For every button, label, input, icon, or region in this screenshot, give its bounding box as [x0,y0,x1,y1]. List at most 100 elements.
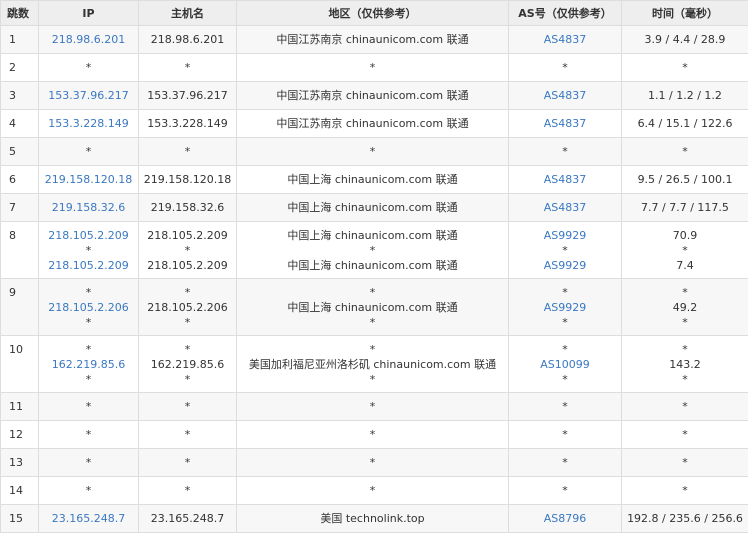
as-link[interactable]: AS4837 [509,172,621,187]
region-cell: * [236,448,509,477]
ip-value: * [85,315,92,329]
time-value: * [682,484,688,497]
as-cell: * [508,448,622,477]
as-value: * [562,484,568,497]
ip-link[interactable]: 23.165.248.7 [39,511,138,526]
ip-value: * [85,61,92,74]
ip-link[interactable]: 162.219.85.6 [39,357,138,372]
ip-link[interactable]: 218.105.2.206 [39,300,138,315]
time-cell: * 49.2 * [621,278,748,336]
as-value: * [562,61,568,74]
table-row: 9 * 218.105.2.206 * * 218.105.2.206 * * 中国上海 chi… [0,278,748,336]
region-cell: 中国上海 chinaunicom.com 联通 * 中国上海 chinaunicom… [236,221,509,279]
ip-link[interactable]: 153.37.96.217 [39,88,138,103]
hop-number: 5 [0,137,39,166]
region-value: 中国上海 chinaunicom.com 联通 [287,173,458,186]
host-value: * [184,400,191,413]
ip-link[interactable]: 219.158.32.6 [39,200,138,215]
as-link[interactable]: AS10099 [509,357,621,372]
hostname-cell: 218.105.2.209 * 218.105.2.209 [138,221,237,279]
host-value: 218.105.2.209 [147,228,228,242]
hop-number: 10 [0,335,39,393]
as-link[interactable]: AS4837 [509,200,621,215]
as-value: * [562,456,568,469]
ip-cell: * [38,53,139,82]
table-row: 6 219.158.120.18 219.158.120.18 中国上海 chinau… [0,165,748,194]
hop-number: 4 [0,109,39,138]
hostname-cell: * 162.219.85.6 * [138,335,237,393]
time-cell: * [621,476,748,505]
region-value: * [369,456,376,469]
ip-value: * [85,456,92,469]
as-value: * [562,315,568,329]
time-value: 9.5 / 26.5 / 100.1 [637,173,733,186]
as-value: * [562,145,568,158]
ip-link[interactable]: 153.3.228.149 [39,116,138,131]
time-value: * [682,372,688,386]
host-value: * [184,372,191,386]
hop-number: 1 [0,25,39,54]
header-time: 时间（毫秒） [621,0,748,26]
ip-cell: 23.165.248.7 [38,504,139,533]
hop-number: 15 [0,504,39,533]
ip-cell: * 218.105.2.206 * [38,278,139,336]
time-value: * [682,285,688,299]
ip-link[interactable]: 218.105.2.209 [39,258,138,273]
ip-cell: 219.158.32.6 [38,193,139,222]
table-row: 15 23.165.248.7 23.165.248.7 美国 technolink.… [0,504,748,533]
ip-link[interactable]: 219.158.120.18 [39,172,138,187]
time-cell: * 143.2 * [621,335,748,393]
ip-cell: * 162.219.85.6 * [38,335,139,393]
time-value: 70.9 [672,228,698,242]
as-cell: AS4837 [508,109,622,138]
time-value: 7.4 [676,258,694,272]
hostname-cell: * [138,137,237,166]
time-cell: 1.1 / 1.2 / 1.2 [621,81,748,110]
as-link[interactable]: AS4837 [509,88,621,103]
hostname-cell: * 218.105.2.206 * [138,278,237,336]
as-link[interactable]: AS8796 [509,511,621,526]
host-value: * [184,484,191,497]
region-cell: 中国上海 chinaunicom.com 联通 [236,193,509,222]
header-hop: 跳数 [0,0,39,26]
as-link[interactable]: AS9929 [509,300,621,315]
region-value: 美国 technolink.top [320,512,425,525]
as-value: * [562,243,568,257]
as-cell: * AS10099 * [508,335,622,393]
region-value: 中国上海 chinaunicom.com 联通 [287,258,458,272]
as-link[interactable]: AS9929 [509,258,621,273]
time-value: * [682,342,688,356]
ip-link[interactable]: 218.98.6.201 [39,32,138,47]
ip-cell: * [38,420,139,449]
ip-cell: * [38,476,139,505]
region-value: 中国上海 chinaunicom.com 联通 [287,300,458,314]
region-cell: * 中国上海 chinaunicom.com 联通 * [236,278,509,336]
as-link[interactable]: AS4837 [509,116,621,131]
region-cell: * [236,420,509,449]
ip-cell: 218.98.6.201 [38,25,139,54]
region-cell: 中国江苏南京 chinaunicom.com 联通 [236,81,509,110]
as-link[interactable]: AS4837 [509,32,621,47]
table-row: 11 * * * * * [0,392,748,421]
table-row: 5 * * * * * [0,137,748,166]
as-value: * [562,400,568,413]
hop-number: 8 [0,221,39,279]
region-value: * [369,315,376,329]
table-row: 14 * * * * * [0,476,748,505]
table-row: 12 * * * * * [0,420,748,449]
time-value: * [682,61,688,74]
region-value: * [369,145,376,158]
as-link[interactable]: AS9929 [509,228,621,243]
ip-link[interactable]: 218.105.2.209 [39,228,138,243]
time-cell: 6.4 / 15.1 / 122.6 [621,109,748,138]
time-cell: * [621,392,748,421]
header-region: 地区（仅供参考） [236,0,509,26]
time-cell: * [621,420,748,449]
as-cell: * [508,392,622,421]
region-value: 中国江苏南京 chinaunicom.com 联通 [276,33,469,46]
as-cell: * AS9929 * [508,278,622,336]
host-value: * [184,315,191,329]
hop-number: 14 [0,476,39,505]
host-value: 219.158.120.18 [143,173,232,186]
time-value: 143.2 [669,357,701,371]
